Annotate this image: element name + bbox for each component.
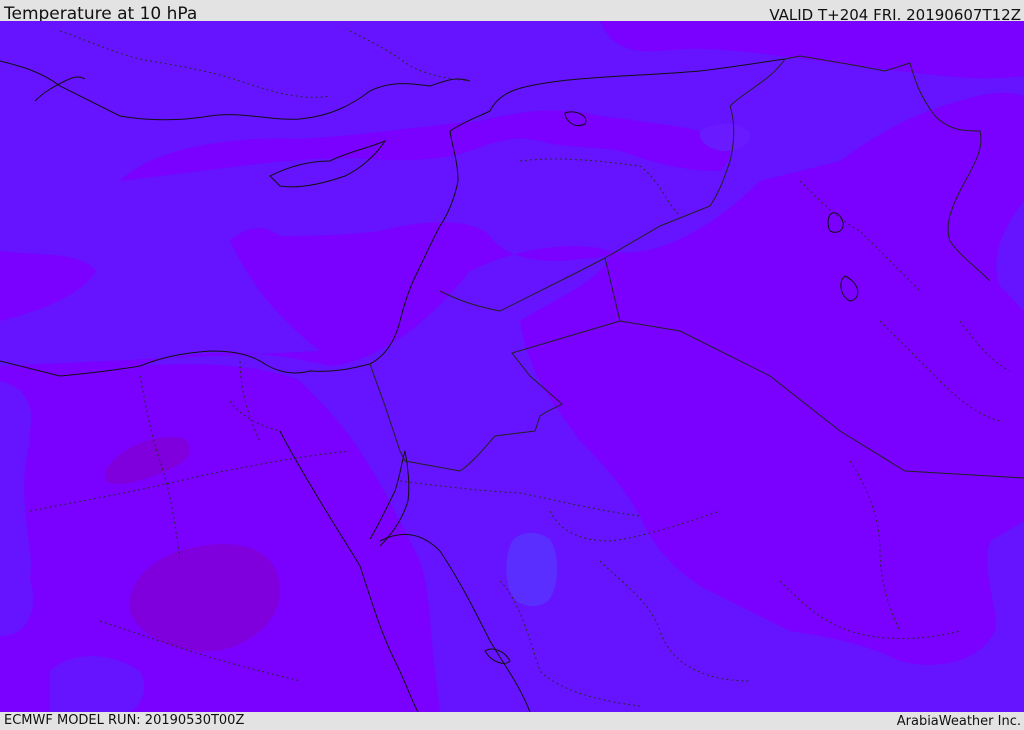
header-bar: Temperature at 10 hPa VALID T+204 FRI. 2… bbox=[0, 0, 1024, 24]
coolest-temperature-patch bbox=[506, 532, 558, 607]
footer-bar: ECMWF MODEL RUN: 20190530T00Z ArabiaWeat… bbox=[0, 712, 1024, 729]
temperature-map[interactable] bbox=[0, 21, 1024, 712]
credit-label: ArabiaWeather Inc. bbox=[896, 714, 1021, 729]
model-run-label: ECMWF MODEL RUN: 20190530T00Z bbox=[4, 713, 245, 728]
